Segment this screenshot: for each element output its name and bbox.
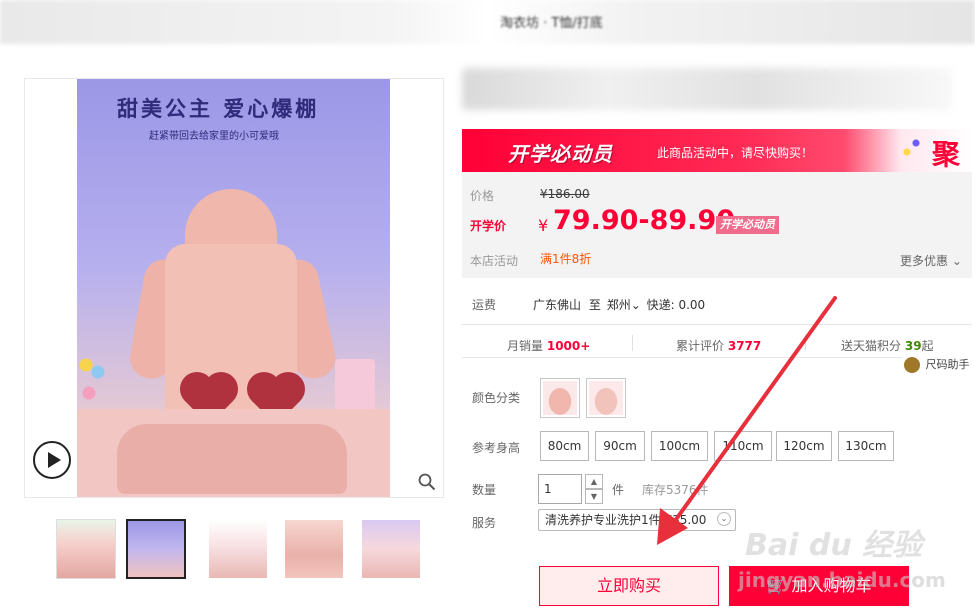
thumbnail-4[interactable]	[284, 519, 344, 579]
currency-symbol: ¥	[538, 216, 549, 235]
quantity-unit: 件	[612, 483, 625, 497]
color-swatch-2[interactable]	[586, 378, 626, 418]
price-box: 价格 ¥186.00 开学价 ¥ 79.90-89.90 开学必动员 本店活动 …	[462, 172, 972, 278]
stock-count: 库存5376件	[642, 483, 709, 497]
size-helper-icon	[904, 357, 920, 373]
original-price: ¥186.00	[540, 187, 590, 201]
shipping-to-word: 至	[588, 298, 601, 312]
pink-pants-illustration	[117, 424, 347, 494]
height-label: 参考身高	[472, 441, 521, 455]
color-swatch-1[interactable]	[540, 378, 580, 418]
image-banner-subtitle: 赶紧带回去给家里的小可爱哦	[149, 131, 279, 142]
tmall-points: 送天猫积分 39起	[841, 337, 934, 354]
baidu-watermark-url: jingyan.baidu.com	[738, 568, 946, 592]
current-price: 79.90-89.90	[553, 205, 736, 236]
size-option-100[interactable]: 100cm	[651, 431, 708, 461]
tmall-points-value: 39	[904, 339, 922, 353]
service-select-value: 清洗养护专业洗护1件 ¥35.00	[545, 513, 707, 527]
more-discounts-link[interactable]: 更多优惠 ⌄	[900, 252, 962, 269]
shop-activity-label: 本店活动	[470, 254, 519, 268]
service-label: 服务	[472, 516, 497, 530]
monthly-sales: 月销量 1000+	[507, 337, 590, 354]
original-price-label: 价格	[470, 189, 495, 203]
tmall-points-suffix: 起	[921, 339, 934, 353]
promo-confetti-decoration	[892, 137, 922, 167]
shipping-info: 广东佛山 至 郑州⌄ 快递: 0.00	[533, 296, 705, 313]
image-banner-title: 甜美公主 爱心爆棚	[117, 97, 320, 121]
size-option-80[interactable]: 80cm	[540, 431, 589, 461]
toy-castle	[335, 359, 375, 414]
size-option-110[interactable]: 110cm	[714, 431, 772, 461]
header-title-blurred: 淘衣坊 · T恤/打底	[500, 16, 603, 31]
size-option-90[interactable]: 90cm	[595, 431, 645, 461]
stats-separator	[805, 335, 806, 351]
quantity-input[interactable]: 1	[538, 474, 582, 504]
quantity-increase-button[interactable]: ▲	[585, 474, 603, 489]
product-page: 淘衣坊 · T恤/打底 甜美公主 爱心爆棚 赶紧带回去给家里的小可爱哦 开学必动…	[0, 0, 975, 614]
shipping-label: 运费	[472, 298, 497, 312]
total-reviews-value: 3777	[727, 339, 762, 353]
thumbnail-strip	[56, 519, 421, 579]
divider	[462, 357, 902, 358]
total-reviews-label: 累计评价	[676, 339, 725, 353]
quantity-label: 数量	[472, 483, 497, 497]
tmall-points-label: 送天猫积分	[841, 339, 902, 353]
promo-ju-badge: 聚	[932, 138, 961, 171]
thumbnail-1[interactable]	[56, 519, 116, 579]
monthly-sales-value: 1000+	[546, 339, 591, 353]
quantity-decrease-button[interactable]: ▼	[585, 489, 603, 504]
product-title-blurred	[462, 68, 952, 110]
chevron-down-icon: ⌄	[951, 254, 962, 268]
size-helper-label: 尺码助手	[925, 358, 970, 371]
shipping-express: 快递: 0.00	[646, 298, 706, 312]
total-reviews[interactable]: 累计评价 3777	[676, 337, 761, 354]
promo-price-badge: 开学必动员	[716, 216, 779, 234]
video-play-button[interactable]	[33, 441, 71, 479]
current-price-label: 开学价	[470, 219, 507, 233]
monthly-sales-label: 月销量	[507, 339, 544, 353]
main-product-image: 甜美公主 爱心爆棚 赶紧带回去给家里的小可爱哦	[77, 79, 390, 497]
header-bar-blurred	[0, 0, 975, 44]
main-image-viewer[interactable]: 甜美公主 爱心爆棚 赶紧带回去给家里的小可爱哦	[24, 78, 444, 498]
shipping-destination: 郑州	[606, 298, 631, 312]
shipping-from: 广东佛山	[533, 298, 582, 312]
divider	[462, 324, 972, 325]
buy-now-button[interactable]: 立即购买	[539, 566, 719, 606]
pink-coat-illustration	[126, 189, 340, 434]
chevron-down-icon: ⌄	[630, 298, 641, 312]
chevron-down-icon: ⌄	[717, 512, 731, 526]
thumbnail-2[interactable]	[126, 519, 186, 579]
size-helper-link[interactable]: 尺码助手	[904, 356, 970, 373]
shop-activity-value[interactable]: 满1件8折	[540, 250, 591, 267]
more-discounts-label: 更多优惠	[900, 254, 949, 268]
promo-text: 此商品活动中，请尽快购买！	[657, 146, 814, 160]
promo-banner: 开学必动员 此商品活动中，请尽快购买！ 聚	[462, 129, 972, 172]
stats-separator	[632, 335, 633, 351]
balloons-decoration	[77, 344, 107, 414]
baidu-watermark: Bai du 经验	[745, 528, 923, 563]
zoom-magnifier-icon[interactable]	[418, 473, 436, 491]
size-option-120[interactable]: 120cm	[776, 431, 832, 461]
promo-logo: 开学必动员	[508, 142, 613, 166]
thumbnail-5[interactable]	[361, 519, 421, 579]
service-select[interactable]: 清洗养护专业洗护1件 ¥35.00 ⌄	[538, 509, 736, 531]
thumbnail-3[interactable]	[208, 519, 268, 579]
size-option-130[interactable]: 130cm	[838, 431, 894, 461]
shipping-destination-select[interactable]: 郑州⌄	[607, 298, 645, 312]
color-label: 颜色分类	[472, 391, 521, 405]
